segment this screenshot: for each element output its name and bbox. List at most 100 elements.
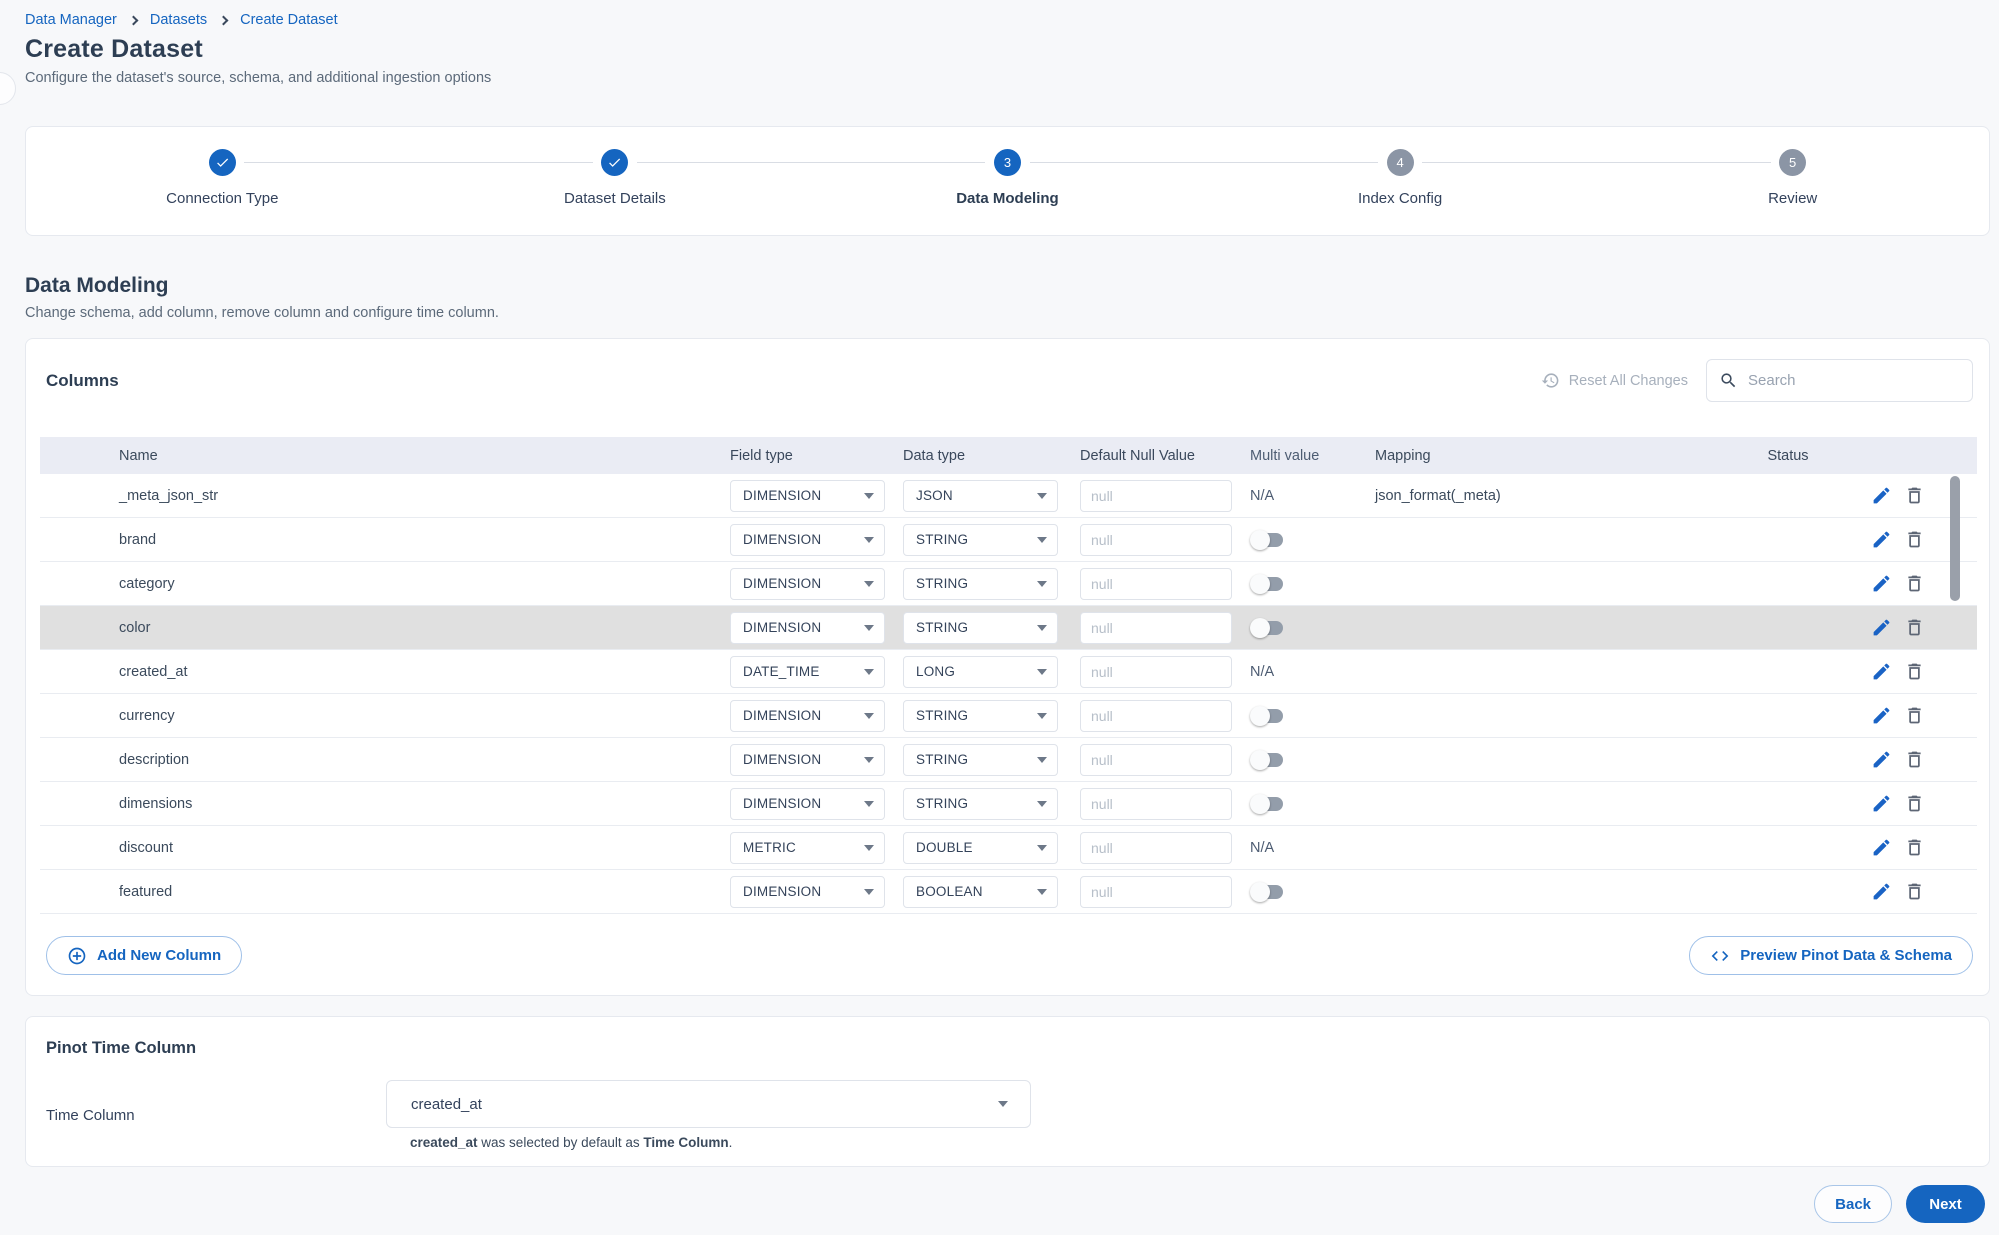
step-label: Connection Type bbox=[166, 190, 279, 207]
data-type-select[interactable]: JSON bbox=[903, 479, 1058, 512]
breadcrumb-create-dataset[interactable]: Create Dataset bbox=[240, 12, 338, 28]
default-null-value-input[interactable] bbox=[1080, 699, 1232, 732]
drawer-toggle-handle[interactable] bbox=[0, 72, 16, 105]
field-type-select[interactable]: DIMENSION bbox=[730, 743, 885, 776]
default-null-value-input[interactable] bbox=[1080, 831, 1232, 864]
delete-icon[interactable] bbox=[1904, 485, 1925, 506]
delete-icon[interactable] bbox=[1904, 617, 1925, 638]
edit-icon[interactable] bbox=[1871, 485, 1892, 506]
chevron-down-icon bbox=[864, 668, 874, 675]
stepper-step[interactable]: 2 Dataset Details bbox=[419, 127, 812, 235]
data-type-select[interactable]: STRING bbox=[903, 787, 1058, 820]
edit-icon[interactable] bbox=[1871, 661, 1892, 682]
multi-value-toggle[interactable] bbox=[1250, 881, 1284, 902]
step-connector bbox=[1029, 162, 1379, 163]
chevron-down-icon bbox=[864, 580, 874, 587]
table-scrollbar[interactable] bbox=[1950, 476, 1960, 601]
column-name: created_at bbox=[119, 663, 188, 680]
delete-icon[interactable] bbox=[1904, 881, 1925, 902]
multi-value-toggle[interactable] bbox=[1250, 705, 1284, 726]
multi-value-cell: N/A bbox=[1250, 840, 1375, 856]
stepper: 1 Connection Type 2 Dataset Details 3 Da… bbox=[25, 126, 1990, 236]
breadcrumb-datasets[interactable]: Datasets bbox=[150, 12, 207, 28]
edit-icon[interactable] bbox=[1871, 881, 1892, 902]
stepper-step[interactable]: 5 Review bbox=[1596, 127, 1989, 235]
field-type-select[interactable]: DIMENSION bbox=[730, 567, 885, 600]
data-type-select[interactable]: STRING bbox=[903, 567, 1058, 600]
multi-value-toggle[interactable] bbox=[1250, 529, 1284, 550]
stepper-step[interactable]: 3 Data Modeling bbox=[811, 127, 1204, 235]
delete-icon[interactable] bbox=[1904, 661, 1925, 682]
chevron-down-icon bbox=[864, 888, 874, 895]
step-number: 3 bbox=[1003, 155, 1012, 170]
default-null-value-input[interactable] bbox=[1080, 875, 1232, 908]
multi-value-toggle[interactable] bbox=[1250, 573, 1284, 594]
data-type-select[interactable]: BOOLEAN bbox=[903, 875, 1058, 908]
stepper-step[interactable]: 4 Index Config bbox=[1204, 127, 1597, 235]
default-null-value-input[interactable] bbox=[1080, 479, 1232, 512]
columns-panel-title: Columns bbox=[46, 370, 119, 390]
default-null-value-input[interactable] bbox=[1080, 787, 1232, 820]
delete-icon[interactable] bbox=[1904, 529, 1925, 550]
field-type-select[interactable]: DATE_TIME bbox=[730, 655, 885, 688]
multi-value-toggle[interactable] bbox=[1250, 617, 1284, 638]
header-mapping: Mapping bbox=[1375, 447, 1431, 464]
column-name: discount bbox=[119, 839, 174, 856]
data-type-select[interactable]: STRING bbox=[903, 523, 1058, 556]
field-type-select[interactable]: DIMENSION bbox=[730, 523, 885, 556]
next-button[interactable]: Next bbox=[1906, 1185, 1985, 1223]
history-icon bbox=[1541, 373, 1559, 388]
edit-icon[interactable] bbox=[1871, 705, 1892, 726]
multi-value-cell bbox=[1250, 793, 1375, 814]
table-row: featured DIMENSION BOOLEAN bbox=[40, 870, 1977, 914]
field-type-select[interactable]: DIMENSION bbox=[730, 787, 885, 820]
default-null-value-input[interactable] bbox=[1080, 611, 1232, 644]
field-type-select[interactable]: METRIC bbox=[730, 831, 885, 864]
search-input[interactable] bbox=[1748, 372, 1960, 389]
delete-icon[interactable] bbox=[1904, 793, 1925, 814]
field-type-select[interactable]: DIMENSION bbox=[730, 479, 885, 512]
stepper-step[interactable]: 1 Connection Type bbox=[26, 127, 419, 235]
field-type-select[interactable]: DIMENSION bbox=[730, 611, 885, 644]
edit-icon[interactable] bbox=[1871, 837, 1892, 858]
table-row: discount METRIC DOUBLE N/A bbox=[40, 826, 1977, 870]
edit-icon[interactable] bbox=[1871, 573, 1892, 594]
wizard-footer: Back Next bbox=[0, 1185, 1999, 1223]
reset-all-changes-button[interactable]: Reset All Changes bbox=[1541, 371, 1688, 390]
multi-value-toggle[interactable] bbox=[1250, 793, 1284, 814]
multi-value-na: N/A bbox=[1250, 839, 1275, 856]
default-null-value-input[interactable] bbox=[1080, 523, 1232, 556]
back-button[interactable]: Back bbox=[1814, 1185, 1892, 1223]
column-name: category bbox=[119, 575, 175, 592]
time-column-select[interactable]: created_at bbox=[386, 1080, 1031, 1128]
delete-icon[interactable] bbox=[1904, 837, 1925, 858]
add-new-column-button[interactable]: Add New Column bbox=[46, 936, 243, 975]
preview-pinot-data-schema-button[interactable]: Preview Pinot Data & Schema bbox=[1689, 936, 1973, 975]
default-null-value-input[interactable] bbox=[1080, 655, 1232, 688]
multi-value-toggle[interactable] bbox=[1250, 749, 1284, 770]
delete-icon[interactable] bbox=[1904, 573, 1925, 594]
search-box[interactable] bbox=[1706, 359, 1973, 402]
data-type-select[interactable]: STRING bbox=[903, 611, 1058, 644]
default-null-value-input[interactable] bbox=[1080, 743, 1232, 776]
data-type-select[interactable]: STRING bbox=[903, 743, 1058, 776]
delete-icon[interactable] bbox=[1904, 705, 1925, 726]
data-type-select[interactable]: DOUBLE bbox=[903, 831, 1058, 864]
edit-icon[interactable] bbox=[1871, 617, 1892, 638]
edit-icon[interactable] bbox=[1871, 529, 1892, 550]
mapping-value: json_format(_meta) bbox=[1375, 487, 1501, 504]
pinot-time-column-title: Pinot Time Column bbox=[46, 1039, 197, 1057]
multi-value-na: N/A bbox=[1250, 487, 1275, 504]
edit-icon[interactable] bbox=[1871, 793, 1892, 814]
breadcrumb-data-manager[interactable]: Data Manager bbox=[25, 12, 117, 28]
step-label: Data Modeling bbox=[956, 190, 1059, 207]
field-type-select[interactable]: DIMENSION bbox=[730, 699, 885, 732]
data-type-select[interactable]: LONG bbox=[903, 655, 1058, 688]
default-null-value-input[interactable] bbox=[1080, 567, 1232, 600]
header-default-null-value: Default Null Value bbox=[1080, 447, 1195, 464]
data-type-select[interactable]: STRING bbox=[903, 699, 1058, 732]
delete-icon[interactable] bbox=[1904, 749, 1925, 770]
edit-icon[interactable] bbox=[1871, 749, 1892, 770]
table-header-row: Name Field type Data type Default Null V… bbox=[40, 437, 1977, 474]
field-type-select[interactable]: DIMENSION bbox=[730, 875, 885, 908]
